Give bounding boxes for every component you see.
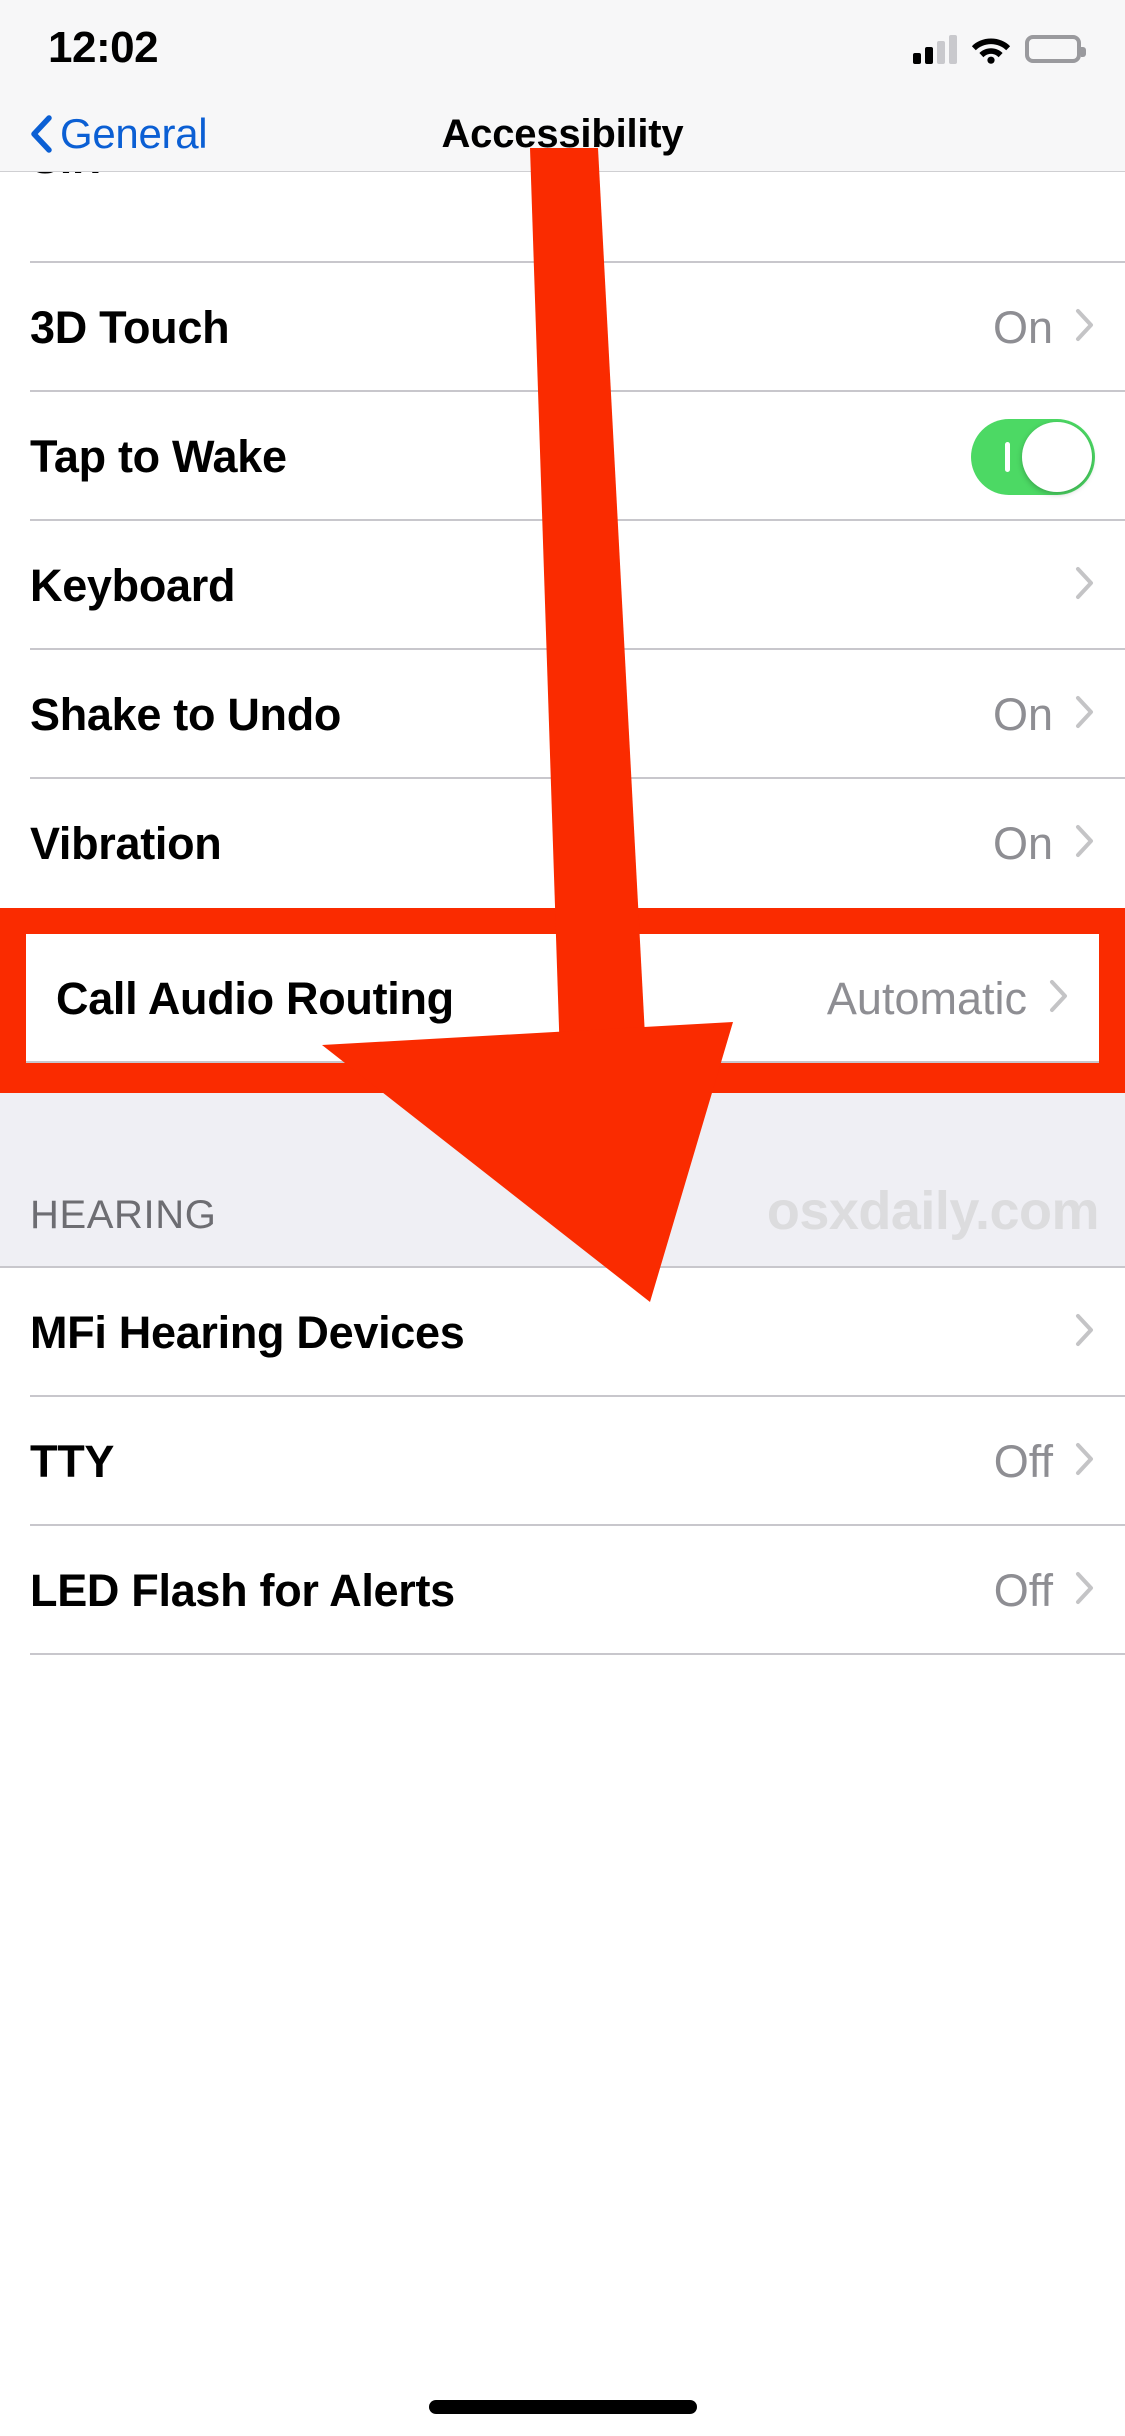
row-value: Off (993, 1564, 1053, 1616)
row-title: Keyboard (30, 559, 236, 611)
status-bar: 12:02 (0, 0, 1125, 96)
chevron-right-icon (1075, 308, 1095, 347)
row-title: TTY (30, 1435, 115, 1487)
status-bar-time: 12:02 (48, 23, 159, 72)
list-row-3d-touch[interactable]: 3D Touch On (0, 263, 1125, 392)
chevron-right-icon (1075, 566, 1095, 605)
list-row-led-flash-for-alerts[interactable]: LED Flash for Alerts Off (0, 1526, 1125, 1655)
row-value: Off (993, 1435, 1053, 1487)
chevron-right-icon (1075, 1442, 1095, 1481)
row-title: Vibration (30, 817, 222, 869)
row-value: On (992, 688, 1053, 740)
battery-icon (1025, 35, 1086, 63)
iphone-screen: 12:02 General Accessibility 3D Touch On … (0, 0, 1125, 2436)
row-title: Tap to Wake (30, 430, 287, 482)
row-divider (30, 1653, 1125, 1655)
chevron-right-icon (1075, 1313, 1095, 1352)
chevron-right-icon (1075, 824, 1095, 863)
list-row-call-audio-routing[interactable]: Call Audio Routing Automatic (26, 934, 1099, 1063)
list-row-shake-to-undo[interactable]: Shake to Undo On (0, 650, 1125, 779)
settings-list: Siri 3D Touch On Tap to Wake (0, 132, 1125, 1655)
home-indicator (428, 2400, 697, 2414)
row-title: Shake to Undo (30, 688, 342, 740)
list-row-tap-to-wake[interactable]: Tap to Wake (0, 392, 1125, 521)
row-value: On (992, 817, 1053, 869)
chevron-right-icon (1049, 979, 1069, 1018)
row-title: Call Audio Routing (56, 972, 454, 1024)
cellular-signal-icon (913, 34, 957, 64)
tap-to-wake-toggle[interactable] (971, 418, 1095, 495)
list-row-vibration[interactable]: Vibration On (0, 779, 1125, 908)
watermark: osxdaily.com (766, 1181, 1100, 1241)
chevron-right-icon (1075, 695, 1095, 734)
chevron-right-icon (1075, 1571, 1095, 1610)
highlight-box-call-audio-routing: Call Audio Routing Automatic (0, 908, 1125, 1093)
section-header-hearing: HEARING osxdaily.com (0, 1093, 1125, 1268)
nav-bar-divider (0, 171, 1125, 172)
list-row-tty[interactable]: TTY Off (0, 1397, 1125, 1526)
row-value: On (992, 301, 1053, 353)
row-divider (26, 1061, 1099, 1063)
list-row-keyboard[interactable]: Keyboard (0, 521, 1125, 650)
navigation-bar: General Accessibility (0, 96, 1125, 172)
row-title: LED Flash for Alerts (30, 1564, 455, 1616)
status-bar-indicators (913, 26, 1086, 72)
wifi-icon (971, 34, 1011, 64)
row-title: MFi Hearing Devices (30, 1306, 465, 1358)
list-row-mfi-hearing-devices[interactable]: MFi Hearing Devices (0, 1268, 1125, 1397)
list-row-siri[interactable]: Siri (0, 132, 1125, 263)
row-title: 3D Touch (30, 301, 230, 353)
section-header-label: HEARING (30, 1193, 217, 1237)
row-value: Automatic (826, 972, 1027, 1024)
page-title: Accessibility (441, 112, 684, 156)
